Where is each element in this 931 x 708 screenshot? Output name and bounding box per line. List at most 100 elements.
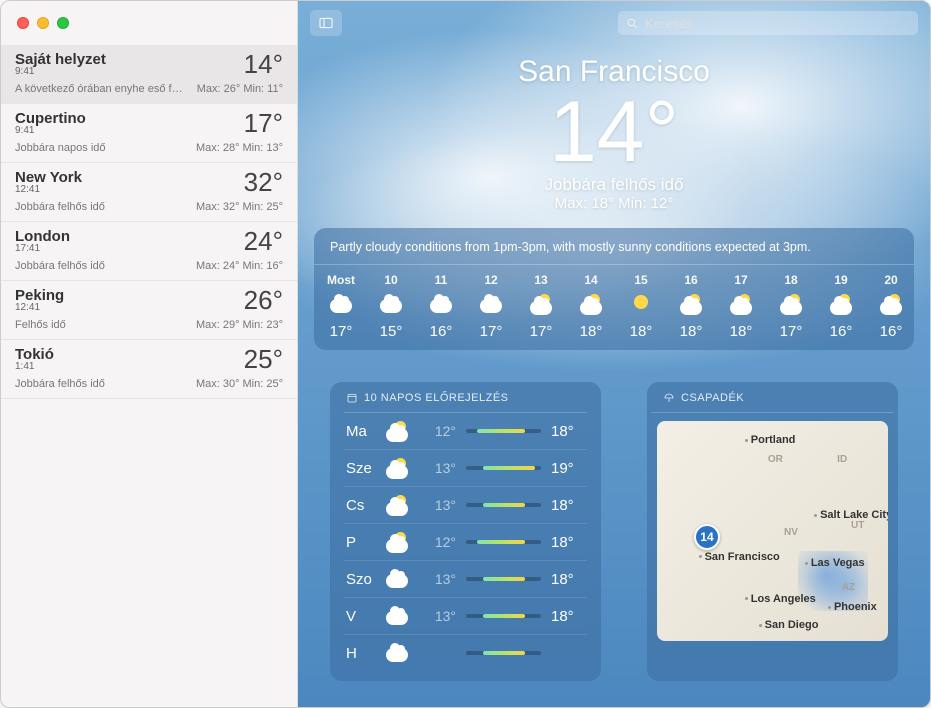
forecast-day: Ma	[346, 423, 386, 440]
forecast-low: 13°	[416, 497, 456, 513]
forecast-range-bar	[466, 577, 541, 581]
hour-Most: Most 17°	[316, 273, 366, 340]
hour-label: 14	[566, 273, 616, 287]
hour-12: 1217°	[466, 273, 516, 340]
search-field[interactable]	[618, 11, 918, 35]
toggle-sidebar-button[interactable]	[310, 10, 342, 36]
city-range: Max: 26° Min: 11°	[197, 83, 283, 95]
city-item-tokió[interactable]: Tokió1:4125°Jobbára felhős időMax: 30° M…	[1, 340, 297, 399]
map-state-NV: NV	[784, 527, 798, 538]
city-condition: Jobbára felhős idő	[15, 260, 105, 272]
forecast-row-Sze[interactable]: Sze13°19°	[344, 449, 587, 486]
hour-17: 1718°	[716, 273, 766, 340]
hour-20: 2016°	[866, 273, 916, 340]
hour-13: 1317°	[516, 273, 566, 340]
search-icon	[626, 17, 639, 30]
city-item-london[interactable]: London17:4124°Jobbára felhős időMax: 24°…	[1, 222, 297, 281]
forecast-day: P	[346, 534, 386, 551]
city-item-saját-helyzet[interactable]: Saját helyzet9:4114°A következő órában e…	[1, 45, 297, 104]
forecast-day: Cs	[346, 497, 386, 514]
close-window-button[interactable]	[17, 17, 29, 29]
forecast-high: 18°	[551, 534, 585, 551]
city-range: Max: 28° Min: 13°	[196, 142, 283, 154]
zoom-window-button[interactable]	[57, 17, 69, 29]
hour-temp: 17°	[516, 323, 566, 340]
forecast-row-H[interactable]: H	[344, 634, 587, 671]
current-conditions: San Francisco 14° Jobbára felhős idő Max…	[298, 55, 930, 212]
city-temp: 14°	[244, 51, 283, 77]
hour-label: 18	[766, 273, 816, 287]
forecast-low: 13°	[416, 460, 456, 476]
forecast-low: 12°	[416, 534, 456, 550]
partly-icon	[880, 295, 902, 317]
forecast-row-Ma[interactable]: Ma12°18°	[344, 413, 587, 449]
partly-icon	[386, 459, 416, 477]
map-city-los-angeles: Los Angeles	[745, 593, 816, 605]
sidebar-icon	[318, 15, 334, 31]
cloud-icon	[430, 295, 452, 317]
city-temp: 25°	[244, 346, 283, 372]
precipitation-map[interactable]: ORIDNVUTAZPortlandSalt Lake CitySan Fran…	[657, 421, 888, 641]
top-toolbar	[298, 1, 930, 45]
city-range: Max: 32° Min: 25°	[196, 201, 283, 213]
forecast-row-P[interactable]: P 12° 18°	[344, 523, 587, 560]
main-content: San Francisco 14° Jobbára felhős idő Max…	[298, 1, 930, 707]
forecast-day: Szo	[346, 571, 386, 588]
city-temp: 17°	[244, 110, 283, 136]
hour-label: 12	[466, 273, 516, 287]
hour-temp: 16°	[866, 323, 916, 340]
forecast-high: 19°	[551, 460, 585, 477]
map-city-phoenix: Phoenix	[828, 601, 877, 613]
partly-icon	[386, 496, 416, 514]
hour-14: 1418°	[566, 273, 616, 340]
umbrella-icon	[663, 392, 675, 404]
hour-temp: 18°	[716, 323, 766, 340]
partly-icon	[730, 295, 752, 317]
forecast-day: H	[346, 645, 386, 662]
forecast-row-Cs[interactable]: Cs 13° 18°	[344, 486, 587, 523]
partly-icon	[680, 295, 702, 317]
map-city-san-francisco: San Francisco	[699, 551, 780, 563]
hour-label: 16	[666, 273, 716, 287]
city-item-cupertino[interactable]: Cupertino9:4117°Jobbára napos időMax: 28…	[1, 104, 297, 163]
forecast-range-bar	[466, 503, 541, 507]
window-controls	[1, 1, 297, 45]
hour-18: 1817°	[766, 273, 816, 340]
forecast-low: 13°	[416, 571, 456, 587]
map-location-pin[interactable]: 14	[694, 524, 720, 550]
city-range: Max: 29° Min: 23°	[196, 319, 283, 331]
city-range: Max: 30° Min: 25°	[196, 378, 283, 390]
forecast-header: 10 NAPOS ELŐREJELZÉS	[344, 392, 587, 413]
forecast-high: 18°	[551, 423, 585, 440]
city-item-new-york[interactable]: New York12:4132°Jobbára felhős időMax: 3…	[1, 163, 297, 222]
hour-temp: 16°	[416, 323, 466, 340]
hour-10: 1015°	[366, 273, 416, 340]
forecast-row-Szo[interactable]: Szo13°18°	[344, 560, 587, 597]
city-item-peking[interactable]: Peking12:4126°Felhős időMax: 29° Min: 23…	[1, 281, 297, 340]
forecast-range-bar	[466, 466, 541, 470]
search-input[interactable]	[645, 16, 910, 31]
hour-15: 1518°	[616, 273, 666, 340]
forecast-days: Ma12°18°Sze13°19°Cs13°18°P12°18°Szo13°18…	[344, 413, 587, 671]
city-temp: 24°	[244, 228, 283, 254]
map-state-OR: OR	[768, 454, 783, 465]
hour-label: 10	[366, 273, 416, 287]
hour-temp: 18°	[666, 323, 716, 340]
forecast-row-V[interactable]: V13°18°	[344, 597, 587, 634]
city-condition: Jobbára felhős idő	[15, 378, 105, 390]
forecast-range-bar	[466, 651, 541, 655]
city-list: Saját helyzet9:4114°A következő órában e…	[1, 45, 297, 707]
city-temp: 26°	[244, 287, 283, 313]
map-state-UT: UT	[851, 520, 864, 531]
hour-16: 16 18°	[666, 273, 716, 340]
hour-temp: 16°	[816, 323, 866, 340]
forecast-high: 18°	[551, 497, 585, 514]
hourly-strip[interactable]: Most17°1015°1116°1217°1317°1418°1518°161…	[314, 265, 914, 340]
map-city-las-vegas: Las Vegas	[805, 557, 865, 569]
city-condition: A következő órában enyhe eső fordulh…	[15, 83, 185, 95]
cloud-icon	[330, 295, 352, 317]
forecast-range-bar	[466, 540, 541, 544]
hour-label: Most	[316, 273, 366, 287]
hour-temp: 17°	[316, 323, 366, 340]
minimize-window-button[interactable]	[37, 17, 49, 29]
